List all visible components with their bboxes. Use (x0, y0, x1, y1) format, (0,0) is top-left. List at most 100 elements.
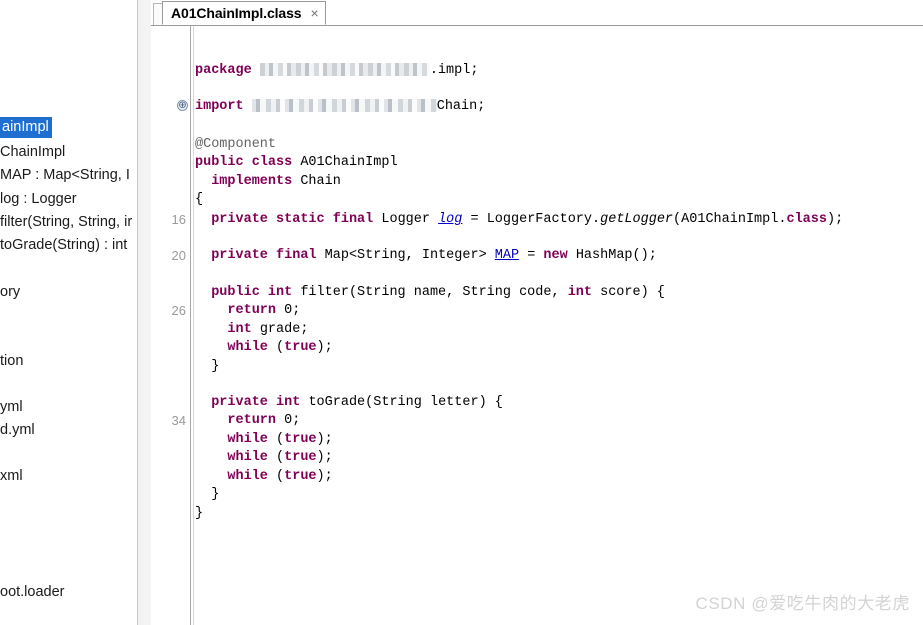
code-token: ); (316, 432, 333, 447)
line-number: 16 (171, 212, 186, 227)
outline-item[interactable]: log : Logger (0, 190, 77, 208)
code-token: import (195, 99, 244, 114)
code-token: ); (826, 212, 844, 227)
code-line: return 0; (195, 302, 300, 320)
outline-panel: ainImpl ChainImpl MAP : Map<String, I log :… (0, 0, 137, 625)
code-line: while (true); (195, 468, 333, 486)
code-token: grade; (251, 322, 309, 337)
outline-item[interactable]: MAP : Map<String, I (0, 166, 130, 184)
code-line: package .impl; (195, 62, 478, 80)
code-token: int (567, 285, 592, 300)
editor-area: A01ChainImpl.class × 16 20 26 34 ⊕ package .… (151, 0, 923, 625)
code-token: = (519, 248, 544, 263)
outline-item[interactable]: filter(String, String, ir (0, 213, 132, 231)
code-token: Chain; (436, 99, 486, 114)
code-token: ( (267, 450, 285, 465)
code-token: final (276, 248, 317, 263)
code-token: public (195, 155, 244, 170)
code-token: filter(String name, String code, (292, 285, 568, 300)
code-token: A01ChainImpl (292, 155, 398, 170)
close-icon[interactable]: × (310, 6, 318, 20)
line-number: 26 (171, 303, 186, 318)
outline-item[interactable]: d.yml (0, 421, 35, 439)
code-token: while (227, 469, 268, 484)
code-token: getLogger (600, 212, 674, 227)
line-number: 20 (171, 248, 186, 263)
code-line: } (195, 505, 203, 523)
code-token: private (211, 248, 268, 263)
code-token: while (227, 450, 268, 465)
outline-item[interactable]: tion (0, 352, 23, 370)
code-token: .impl; (429, 63, 479, 78)
outline-item[interactable]: xml (0, 467, 23, 485)
code-line: @Component (195, 136, 276, 154)
code-token: ); (316, 469, 333, 484)
outline-item[interactable]: yml (0, 398, 23, 416)
code-line: while (true); (195, 431, 333, 449)
code-line: while (true); (195, 449, 333, 467)
code-token: (A01ChainImpl. (673, 212, 787, 227)
code-line: int grade; (195, 321, 308, 339)
code-token: class (786, 212, 827, 227)
code-token: return (227, 413, 277, 428)
code-line: return 0; (195, 412, 300, 430)
code-token: toGrade(String letter) { (300, 395, 503, 410)
code-line: { (195, 191, 203, 209)
code-line: } (195, 358, 219, 376)
editor-body[interactable]: 16 20 26 34 ⊕ package .impl; import Chain; @Co… (151, 26, 923, 625)
code-token: Chain (292, 174, 341, 189)
redacted-package-name (251, 99, 437, 112)
outline-item[interactable]: oot.loader (0, 583, 65, 601)
code-token: return (227, 303, 277, 318)
code-line: implements Chain (195, 173, 341, 191)
code-token: ( (267, 469, 285, 484)
tab-a01chainimpl-class[interactable]: A01ChainImpl.class × (162, 1, 326, 25)
code-token: private (211, 395, 268, 410)
code-token: package (195, 63, 252, 78)
code-token: ); (316, 450, 333, 465)
code-token: = LoggerFactory. (462, 212, 601, 227)
code-token: { (195, 192, 204, 207)
tab-title: A01ChainImpl.class (171, 5, 302, 21)
code-token: private (211, 212, 268, 227)
fold-expand-icon[interactable]: ⊕ (177, 100, 188, 111)
code-token: static (276, 212, 325, 227)
eclipse-editor-window: ainImpl ChainImpl MAP : Map<String, I log :… (0, 0, 923, 625)
code-content[interactable]: package .impl; import Chain; @Component pub… (195, 26, 923, 625)
code-token: ); (316, 340, 333, 355)
code-line: private final Map<String, Integer> MAP =… (195, 247, 657, 265)
outline-item[interactable]: ChainImpl (0, 143, 65, 161)
code-token: ; (292, 413, 301, 428)
code-token: score) { (592, 285, 665, 300)
code-token: final (332, 212, 374, 227)
outline-item[interactable]: ory (0, 283, 20, 301)
code-token: true (284, 469, 317, 484)
code-line: import Chain; (195, 98, 485, 116)
code-token: int (276, 395, 301, 410)
code-token: int (227, 322, 252, 337)
outline-item-selected[interactable]: ainImpl (0, 117, 52, 138)
code-token: while (227, 340, 268, 355)
code-token: class (251, 155, 293, 170)
csdn-watermark: CSDN @爱吃牛肉的大老虎 (695, 594, 910, 613)
line-number: 34 (171, 413, 186, 428)
editor-tab-strip: A01ChainImpl.class × (151, 0, 923, 26)
outline-item[interactable]: toGrade(String) : int (0, 236, 127, 254)
code-token: MAP (494, 248, 520, 263)
code-token: ( (267, 340, 285, 355)
code-token: ( (267, 432, 285, 447)
